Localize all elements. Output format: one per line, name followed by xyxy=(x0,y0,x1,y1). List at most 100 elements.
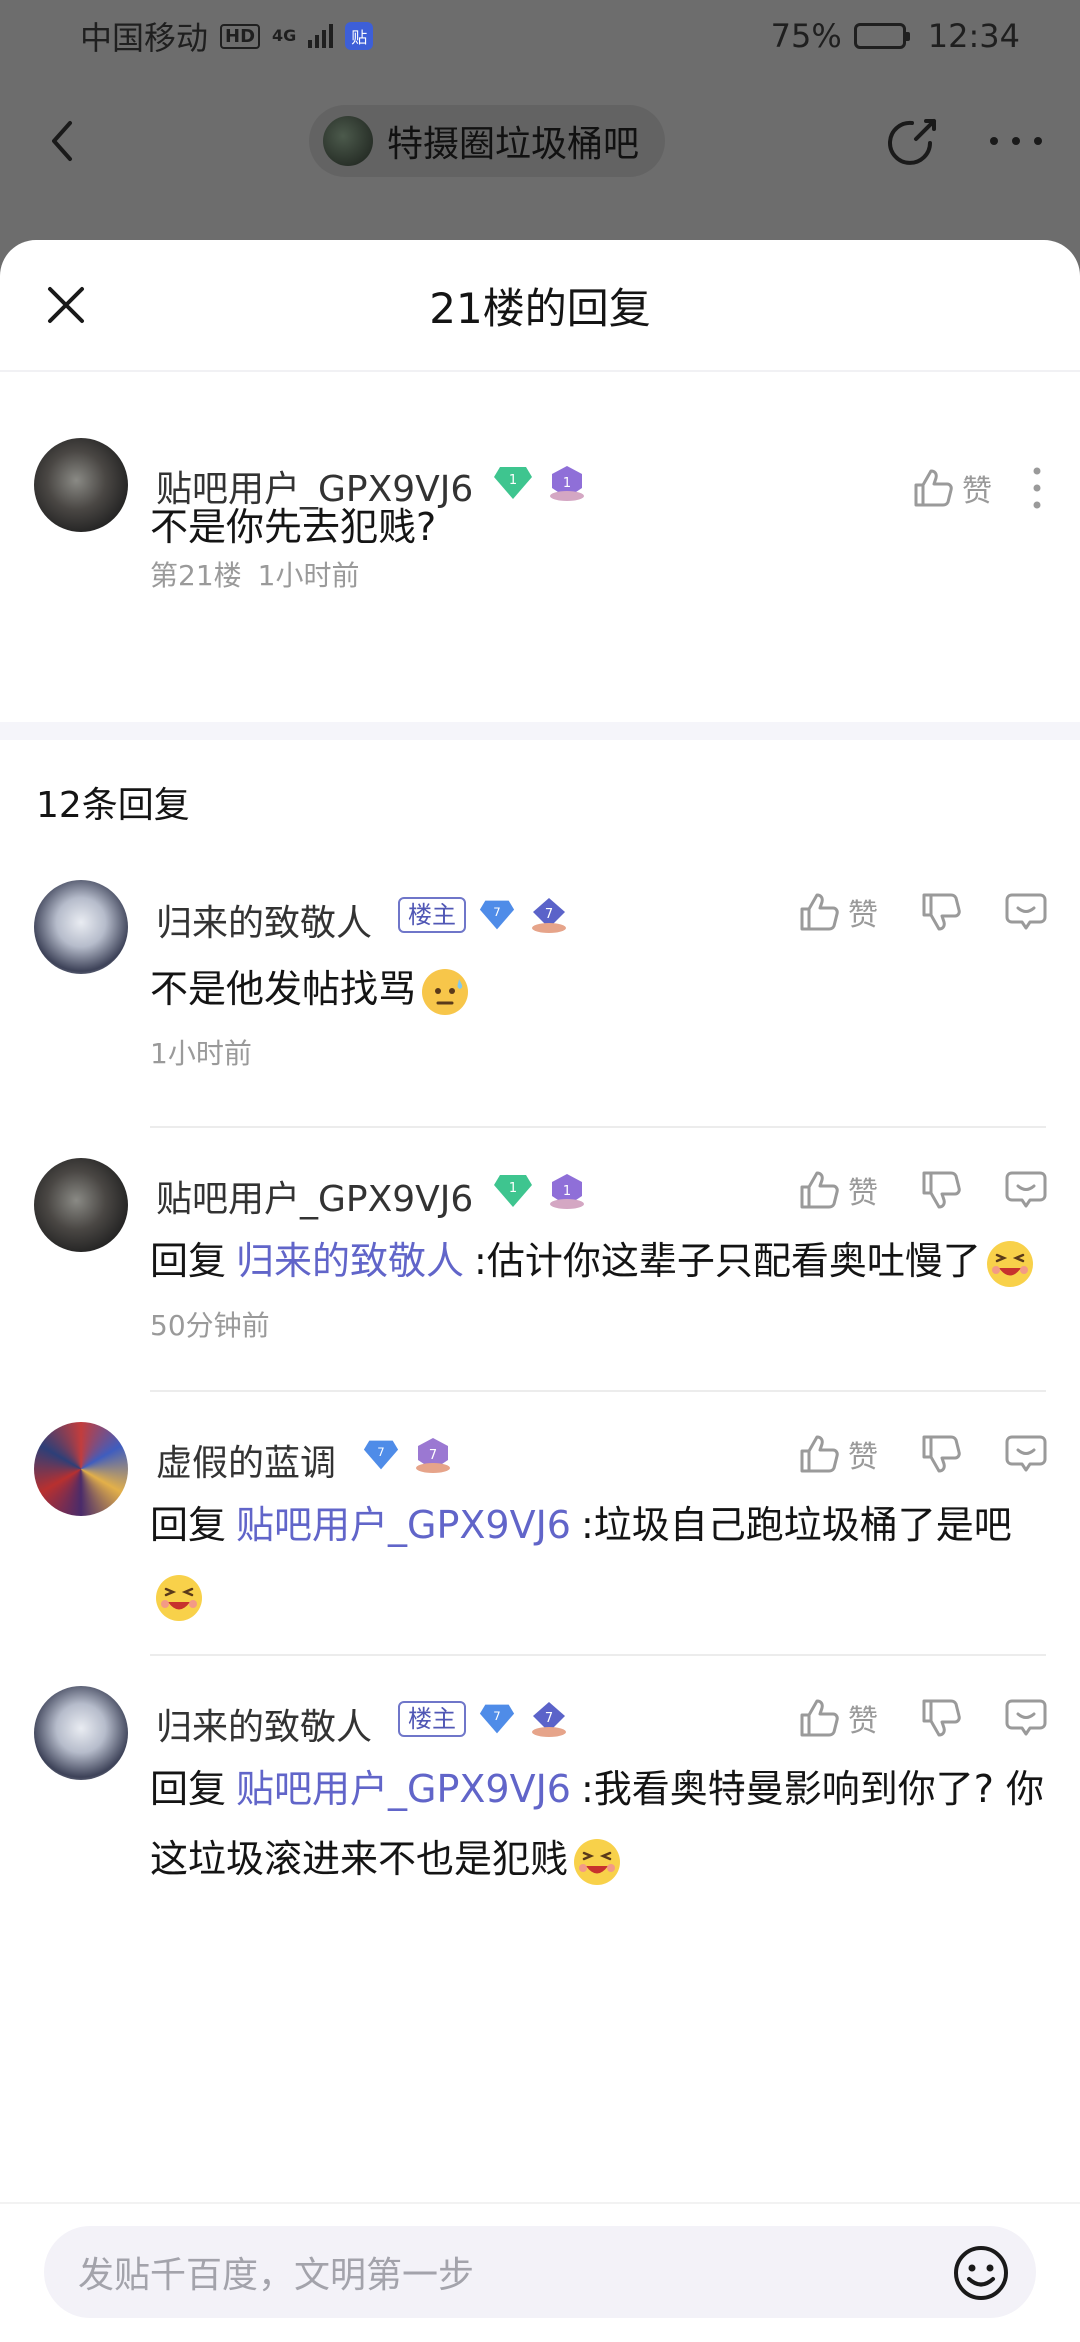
level-badge-icon: 7 xyxy=(416,1438,450,1473)
level-badge-icon: 7 xyxy=(532,1702,566,1737)
dislike-button[interactable] xyxy=(920,1169,962,1211)
reply-target-link[interactable]: 归来的致敬人 xyxy=(236,1239,464,1283)
forum-title-pill[interactable]: 特摄圈垃圾桶吧 xyxy=(308,105,665,177)
reply-username[interactable]: 归来的致敬人 xyxy=(156,894,372,946)
grin-emoji-icon xyxy=(156,1574,202,1621)
thumbs-up-icon xyxy=(800,1171,839,1209)
thumbs-down-icon xyxy=(922,1435,961,1473)
svg-text:7: 7 xyxy=(545,907,553,922)
user-badges: 7 7 xyxy=(362,1434,454,1476)
diamond-icon: 7 xyxy=(479,1704,515,1734)
network-label: 4G xyxy=(272,26,297,45)
forum-avatar xyxy=(322,116,373,166)
comment-button[interactable] xyxy=(1004,1433,1048,1475)
share-icon[interactable] xyxy=(886,113,942,169)
sheet-title: 21楼的回复 xyxy=(429,283,651,333)
post-time: 1小时前 xyxy=(257,559,360,592)
forum-name: 特摄圈垃圾桶吧 xyxy=(386,124,639,165)
reply-prefix: 回复 xyxy=(150,1767,227,1811)
comment-input[interactable]: 发贴千百度，文明第一步 xyxy=(44,2226,1036,2318)
comment-button[interactable] xyxy=(1004,891,1048,933)
reply-item: 归来的致敬人 楼主 7 7 赞 不是他发帖找骂 1小时前 xyxy=(0,864,1080,1128)
like-label: 赞 xyxy=(848,1176,878,1211)
reply-username[interactable]: 虚假的蓝调 xyxy=(156,1434,336,1486)
avatar[interactable] xyxy=(34,1686,128,1780)
comment-button[interactable] xyxy=(1004,1169,1048,1211)
status-right: 75% 12:34 xyxy=(771,17,1020,55)
floor-number: 第21楼 xyxy=(150,559,242,592)
thumbs-down-icon xyxy=(922,1171,961,1209)
thumbs-down-icon xyxy=(922,893,961,931)
like-button[interactable]: 赞 xyxy=(798,1168,878,1212)
svg-text:1: 1 xyxy=(509,473,517,488)
hd-badge: HD xyxy=(220,23,261,49)
comment-button[interactable] xyxy=(1004,1697,1048,1739)
like-button[interactable]: 赞 xyxy=(798,890,878,934)
reply-target-link[interactable]: 贴吧用户_GPX9VJ6 xyxy=(236,1767,571,1811)
svg-text:1: 1 xyxy=(509,1181,517,1196)
reply-username[interactable]: 归来的致敬人 xyxy=(156,1698,372,1750)
comment-icon xyxy=(1005,1435,1047,1472)
like-button[interactable]: 赞 xyxy=(798,1432,878,1476)
battery-percent: 75% xyxy=(770,17,842,55)
svg-text:7: 7 xyxy=(429,1448,437,1463)
main-post-content: 不是你先去犯贱? xyxy=(150,505,437,549)
dislike-button[interactable] xyxy=(920,891,962,933)
comment-icon xyxy=(1005,1171,1047,1208)
battery-icon xyxy=(853,23,910,49)
reply-content: 不是他发帖找骂 xyxy=(150,954,1050,1024)
more-icon[interactable] xyxy=(986,131,1046,151)
diamond-icon: 7 xyxy=(363,1440,399,1470)
level-badge-icon: 7 xyxy=(532,898,566,933)
emoji-picker-icon[interactable] xyxy=(952,2244,1010,2302)
carrier-label: 中国移动 xyxy=(80,19,209,57)
avatar[interactable] xyxy=(34,1158,128,1252)
diamond-icon: 1 xyxy=(494,1175,532,1207)
owner-tag: 楼主 xyxy=(398,897,466,933)
svg-text:1: 1 xyxy=(563,476,571,491)
reply-item: 虚假的蓝调 7 7 赞 回复 贴吧用户_GPX9VJ6:垃圾自己跑垃圾桶了是吧 xyxy=(0,1392,1080,1656)
reply-actions: 赞 xyxy=(798,1168,1048,1212)
like-label: 赞 xyxy=(848,898,878,933)
reply-username[interactable]: 贴吧用户_GPX9VJ6 xyxy=(156,1170,473,1222)
like-button[interactable]: 赞 xyxy=(798,1696,878,1740)
chevron-left-icon xyxy=(52,121,72,161)
reply-actions: 赞 xyxy=(798,1432,1048,1476)
comment-icon xyxy=(1005,893,1047,930)
comment-icon xyxy=(1005,1699,1047,1736)
reply-content: 回复 贴吧用户_GPX9VJ6:我看奥特曼影响到你了? 你这垃圾滚进来不也是犯贱 xyxy=(150,1754,1050,1894)
reply-actions: 赞 xyxy=(798,890,1048,934)
level-badge-icon: 1 xyxy=(550,1174,584,1209)
reply-target-link[interactable]: 贴吧用户_GPX9VJ6 xyxy=(236,1503,571,1547)
reply-item: 归来的致敬人 楼主 7 7 赞 回复 贴吧用户_GPX9VJ6:我看奥特曼影响到你… xyxy=(0,1656,1080,1956)
svg-text:7: 7 xyxy=(493,905,500,919)
like-label: 赞 xyxy=(848,1440,878,1475)
top-actions xyxy=(886,113,1046,169)
avatar[interactable] xyxy=(34,438,128,532)
owner-tag: 楼主 xyxy=(398,1701,466,1737)
reply-time: 50分钟前 xyxy=(150,1309,270,1342)
close-icon[interactable] xyxy=(44,283,88,327)
top-bar: 特摄圈垃圾桶吧 xyxy=(0,96,1080,186)
dislike-button[interactable] xyxy=(920,1697,962,1739)
thumbs-up-icon xyxy=(800,893,839,931)
avatar[interactable] xyxy=(34,1422,128,1516)
reply-text: 不是他发帖找骂 xyxy=(150,967,417,1011)
grin-emoji-icon xyxy=(574,1838,621,1885)
reply-text: :垃圾自己跑垃圾桶了是吧 xyxy=(580,1503,1012,1547)
reply-prefix: 回复 xyxy=(150,1239,227,1283)
back-button[interactable] xyxy=(40,117,88,165)
avatar[interactable] xyxy=(34,880,128,974)
svg-text:7: 7 xyxy=(493,1709,500,1723)
signal-icon xyxy=(308,24,334,48)
diamond-icon: 7 xyxy=(479,900,515,930)
sheet-header: 21楼的回复 xyxy=(0,240,1080,372)
reply-prefix: 回复 xyxy=(150,1503,227,1547)
like-label: 赞 xyxy=(848,1704,878,1739)
reply-actions: 赞 xyxy=(798,1696,1048,1740)
svg-text:1: 1 xyxy=(563,1184,571,1199)
svg-text:7: 7 xyxy=(377,1445,384,1459)
dislike-button[interactable] xyxy=(920,1433,962,1475)
main-post-meta: 第21楼 1小时前 xyxy=(150,554,359,594)
clock: 12:34 xyxy=(927,17,1020,55)
